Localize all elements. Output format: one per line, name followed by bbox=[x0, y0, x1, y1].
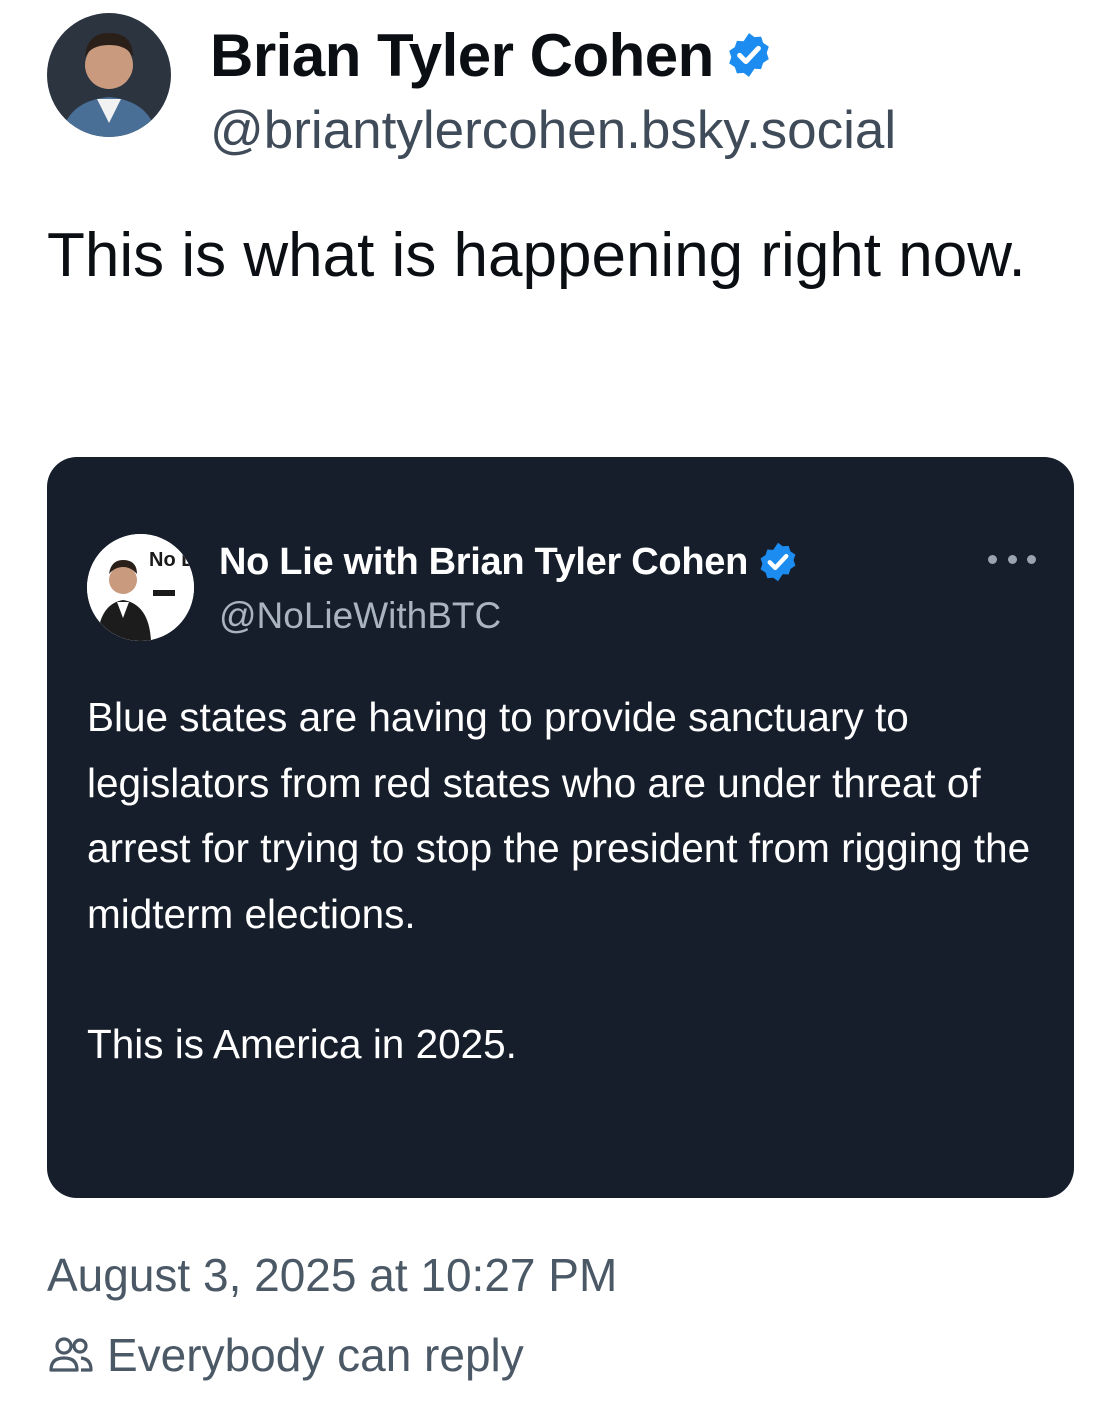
verified-check-icon bbox=[729, 33, 769, 77]
quoted-avatar[interactable]: No Lie bbox=[87, 534, 194, 641]
author-avatar[interactable] bbox=[47, 13, 171, 137]
author-handle[interactable]: @briantylercohen.bsky.social bbox=[210, 100, 896, 161]
post-timestamp[interactable]: August 3, 2025 at 10:27 PM bbox=[47, 1248, 617, 1302]
author-name-row: Brian Tyler Cohen bbox=[210, 20, 774, 90]
quoted-name-row: No Lie with Brian Tyler Cohen bbox=[219, 539, 800, 585]
quoted-handle[interactable]: @NoLieWithBTC bbox=[219, 595, 501, 637]
quoted-post-card[interactable]: No Lie No Lie with Brian Tyler Cohen @No… bbox=[47, 457, 1074, 1198]
reply-setting: Everybody can reply bbox=[47, 1328, 524, 1382]
people-icon bbox=[49, 1337, 93, 1372]
quoted-text: Blue states are having to provide sanctu… bbox=[87, 685, 1047, 1078]
quoted-display-name[interactable]: No Lie with Brian Tyler Cohen bbox=[219, 541, 748, 584]
verified-check-icon bbox=[760, 542, 796, 582]
quoted-paragraph: This is America in 2025. bbox=[87, 1021, 517, 1067]
more-options-icon[interactable] bbox=[988, 552, 1036, 566]
quoted-paragraph: Blue states are having to provide sanctu… bbox=[87, 694, 1031, 937]
quoted-avatar-logo: No Lie bbox=[149, 549, 194, 571]
author-display-name[interactable]: Brian Tyler Cohen bbox=[210, 21, 714, 90]
reply-setting-label: Everybody can reply bbox=[107, 1329, 524, 1381]
post-text: This is what is happening right now. bbox=[47, 221, 1026, 290]
